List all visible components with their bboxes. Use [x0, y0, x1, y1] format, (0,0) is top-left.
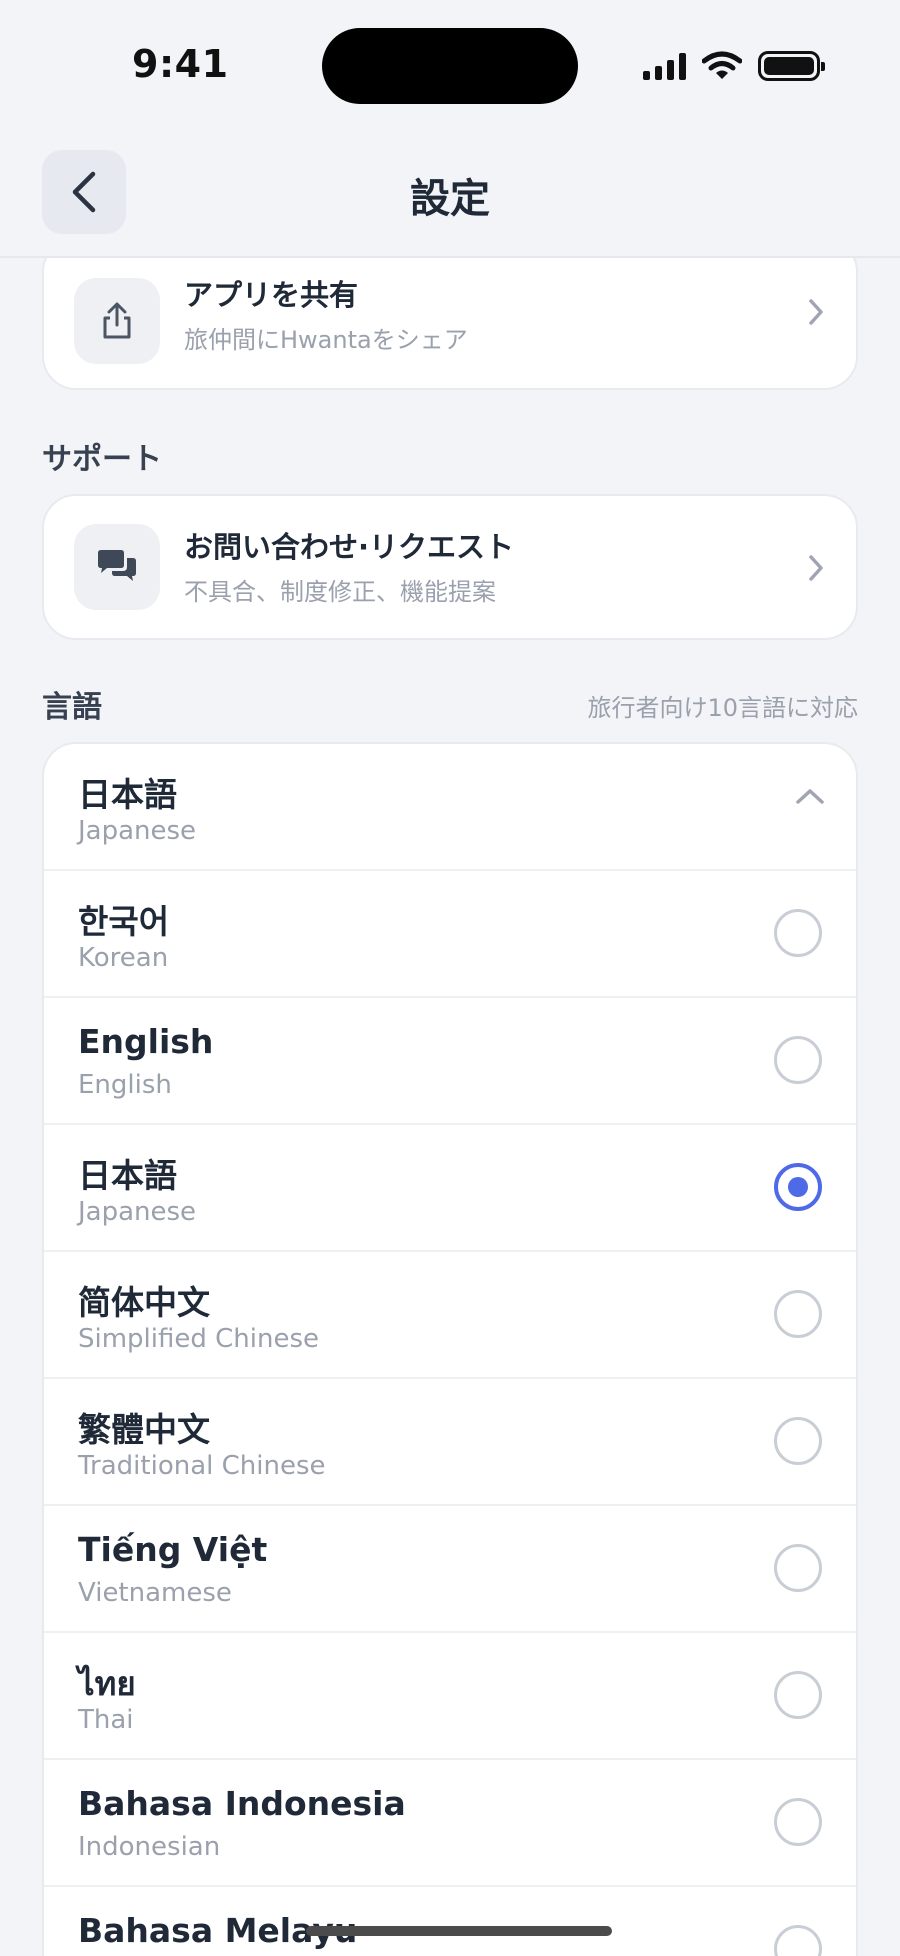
language-dropdown-header[interactable]: 日本語 Japanese — [44, 744, 856, 871]
language-option-korean[interactable]: 한국어 Korean — [44, 871, 856, 998]
share-app-subtitle: 旅仲間にHwantaをシェア — [184, 326, 468, 354]
home-indicator — [306, 1926, 612, 1936]
page-title: 設定 — [410, 176, 490, 222]
language-section-label: 言語 — [42, 690, 102, 725]
language-option-name: Tiếng Việt — [78, 1530, 268, 1569]
share-app-title: アプリを共有 — [184, 278, 359, 312]
support-section-label: サポート — [42, 442, 162, 477]
language-option-english: Traditional Chinese — [78, 1451, 326, 1481]
language-option-name: ไทย — [78, 1664, 136, 1703]
language-radio-selected[interactable] — [774, 1163, 822, 1211]
language-option-english: Thai — [78, 1705, 134, 1735]
language-option-malay[interactable]: Bahasa Melayu — [44, 1887, 856, 1956]
language-radio[interactable] — [774, 1036, 822, 1084]
language-radio[interactable] — [774, 1925, 822, 1956]
language-radio[interactable] — [774, 1544, 822, 1592]
language-option-english: Simplified Chinese — [78, 1324, 320, 1354]
language-option-english: Indonesian — [78, 1832, 221, 1862]
status-icons — [643, 46, 825, 86]
current-language-name: 日本語 — [78, 775, 177, 814]
contact-request-subtitle: 不具合、制度修正、機能提案 — [184, 578, 496, 606]
language-radio[interactable] — [774, 1671, 822, 1719]
language-option-english: Korean — [78, 943, 169, 973]
status-time: 9:41 — [132, 42, 229, 86]
nav-bar: 設定 — [0, 130, 900, 258]
language-option-name: Bahasa Indonesia — [78, 1784, 406, 1823]
battery-icon — [758, 51, 825, 81]
chevron-right-icon — [809, 555, 823, 581]
cellular-signal-icon — [643, 52, 686, 80]
chevron-up-icon[interactable] — [794, 786, 826, 806]
share-icon — [74, 278, 160, 364]
language-option-name: 简体中文 — [78, 1283, 210, 1322]
language-option-simplified-chinese[interactable]: 简体中文 Simplified Chinese — [44, 1252, 856, 1379]
language-radio[interactable] — [774, 1417, 822, 1465]
language-option-name: 繁體中文 — [78, 1410, 210, 1449]
language-option-thai[interactable]: ไทย Thai — [44, 1633, 856, 1760]
settings-content[interactable]: アプリを共有 旅仲間にHwantaをシェア サポート お問い合わせ·リクエスト … — [0, 258, 900, 1956]
language-option-vietnamese[interactable]: Tiếng Việt Vietnamese — [44, 1506, 856, 1633]
language-section-note: 旅行者向け10言語に対応 — [587, 694, 858, 722]
language-option-name: 日本語 — [78, 1156, 177, 1195]
current-language-english: Japanese — [78, 816, 197, 846]
language-radio[interactable] — [774, 1798, 822, 1846]
chevron-right-icon — [809, 299, 823, 325]
language-option-indonesian[interactable]: Bahasa Indonesia Indonesian — [44, 1760, 856, 1887]
language-option-name: English — [78, 1022, 214, 1061]
language-option-name: 한국어 — [78, 902, 170, 941]
language-radio[interactable] — [774, 909, 822, 957]
language-option-english: Vietnamese — [78, 1578, 232, 1608]
chat-bubbles-icon — [74, 524, 160, 610]
share-app-row[interactable]: アプリを共有 旅仲間にHwantaをシェア — [42, 258, 858, 390]
language-radio[interactable] — [774, 1290, 822, 1338]
status-bar: 9:41 — [0, 0, 900, 130]
language-option-traditional-chinese[interactable]: 繁體中文 Traditional Chinese — [44, 1379, 856, 1506]
wifi-icon — [702, 51, 742, 79]
language-option-english: Japanese — [78, 1197, 197, 1227]
contact-request-title: お問い合わせ·リクエスト — [184, 530, 515, 564]
language-option-japanese[interactable]: 日本語 Japanese — [44, 1125, 856, 1252]
contact-request-row[interactable]: お問い合わせ·リクエスト 不具合、制度修正、機能提案 — [42, 494, 858, 640]
dynamic-island — [322, 28, 578, 104]
language-option-english[interactable]: English English — [44, 998, 856, 1125]
language-selector: 日本語 Japanese 한국어 Korean English English … — [42, 742, 858, 1956]
language-option-english: English — [78, 1070, 172, 1100]
